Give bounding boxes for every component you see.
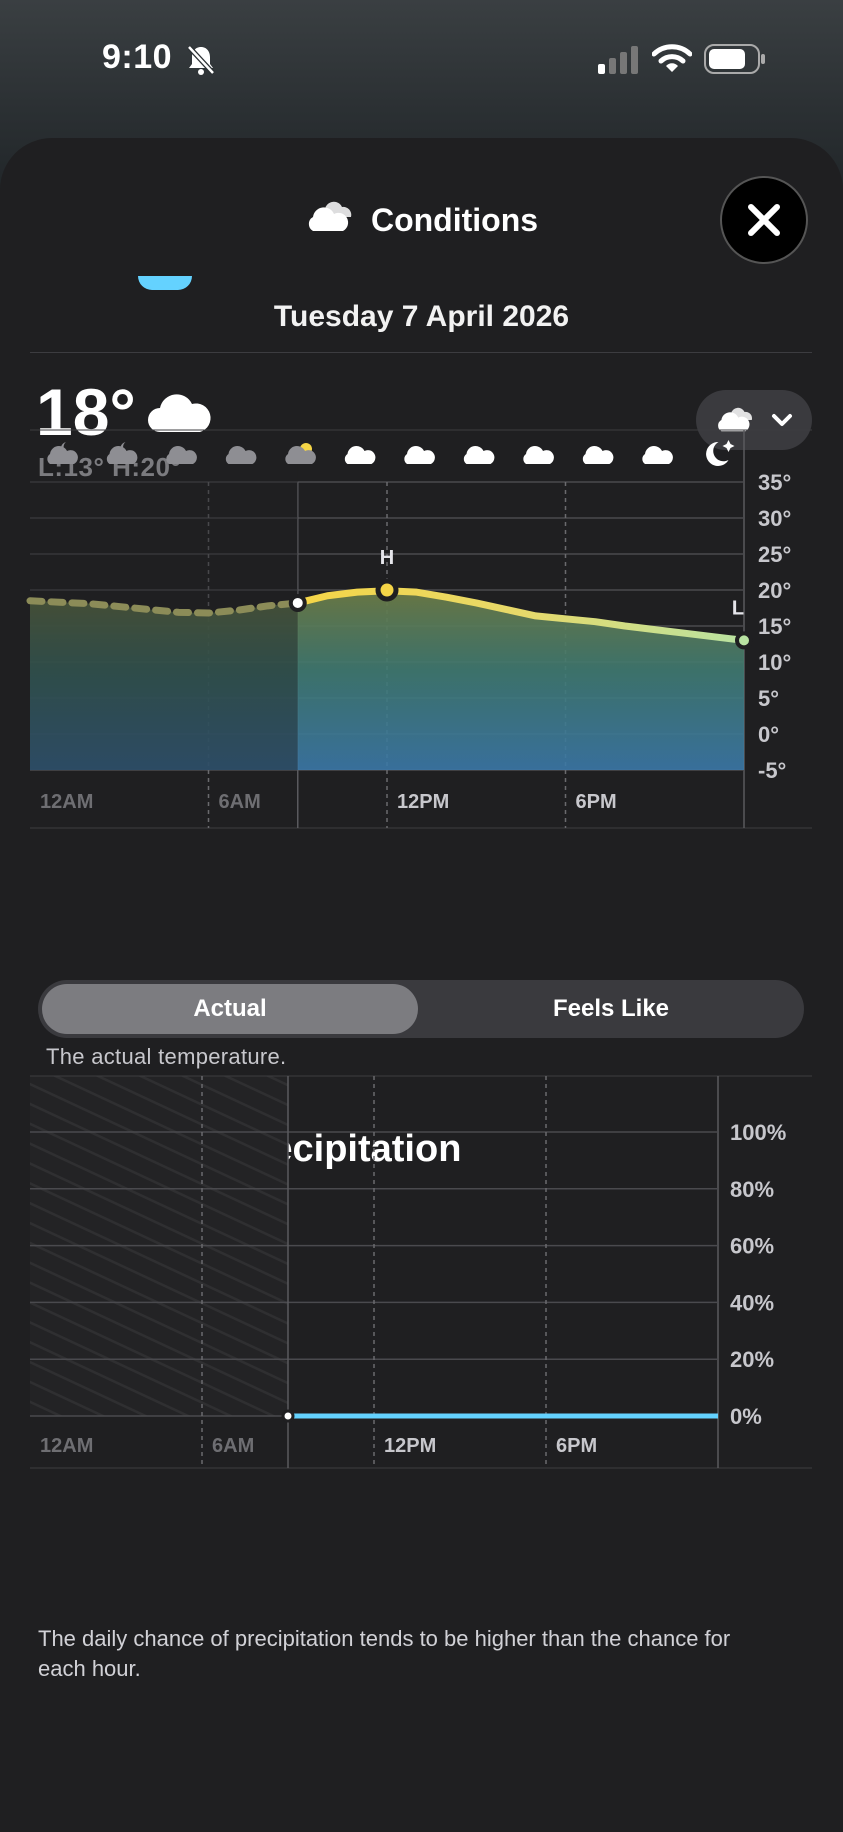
actual-feels-like-toggle[interactable]: Actual Feels Like — [38, 980, 804, 1038]
cloud-shape — [463, 446, 495, 464]
cloud-shape — [404, 446, 435, 464]
y-tick-label: 20° — [758, 578, 791, 603]
precip-y-label: 20% — [730, 1347, 774, 1372]
actual-option[interactable]: Actual — [42, 984, 418, 1034]
cloud-shape — [582, 446, 614, 464]
y-tick-label: 10° — [758, 650, 791, 675]
precip-x-label: 12PM — [384, 1435, 436, 1457]
past-hatch — [30, 1076, 288, 1416]
status-time: 9:10 — [102, 38, 173, 76]
y-tick-label: 15° — [758, 614, 791, 639]
cloud-shape — [523, 446, 554, 464]
now-marker — [288, 593, 307, 612]
cloud-icon — [582, 446, 614, 464]
precip-y-label: 40% — [730, 1290, 774, 1315]
cloud-shape — [642, 446, 673, 464]
x-tick-label: 6AM — [219, 791, 261, 813]
cloud-icon — [463, 446, 495, 464]
x-tick-label: 12AM — [40, 791, 93, 813]
precip-y-label: 100% — [730, 1120, 786, 1145]
wifi-icon — [651, 44, 693, 79]
moon-icon — [706, 440, 735, 466]
conditions-sheet: Conditions Tuesday 7 April 2026 18° L:13… — [0, 138, 843, 1832]
cloud-icon — [642, 446, 673, 464]
high-marker — [375, 578, 399, 602]
low-marker — [735, 631, 753, 650]
precip-y-label: 0% — [730, 1404, 762, 1429]
cloud-icon — [344, 446, 376, 464]
precip-x-label: 12AM — [40, 1435, 93, 1457]
y-tick-label: 25° — [758, 542, 791, 567]
cloud-icon — [523, 446, 554, 464]
precip-y-label: 60% — [730, 1234, 774, 1259]
x-tick-label: 12PM — [397, 791, 449, 813]
precip-x-label: 6AM — [212, 1435, 254, 1457]
y-tick-label: 0° — [758, 722, 779, 747]
toggle-caption: The actual temperature. — [46, 1044, 287, 1069]
precipitation-subtitle: Today’s chance: 0% — [37, 1172, 268, 1202]
precip-x-label: 6PM — [556, 1435, 597, 1457]
y-tick-label: 5° — [758, 686, 779, 711]
cellular-signal-icon — [598, 46, 640, 79]
low-label: L — [732, 597, 744, 619]
y-tick-label: -5° — [758, 758, 786, 783]
precipitation-footnote: The daily chance of precipitation tends … — [38, 1626, 731, 1681]
status-bar: 9:10 — [0, 0, 843, 120]
precipitation-title: Chance of Precipitation — [37, 1128, 462, 1170]
feels-like-option[interactable]: Feels Like — [422, 984, 800, 1034]
cloud-shape — [344, 446, 376, 464]
temperature-chart[interactable]: 35° 30° 25° 20° 15° 10° 5° 0° -5° 12AM 6AM 12PM 6PM H… — [0, 138, 843, 838]
cloud-icon — [404, 446, 435, 464]
precip-y-label: 80% — [730, 1177, 774, 1202]
x-tick-label: 6PM — [576, 791, 617, 813]
high-label: H — [380, 547, 394, 569]
bell-muted-icon — [186, 44, 216, 81]
y-tick-label: 35° — [758, 470, 791, 495]
star-shape — [722, 440, 735, 452]
battery-icon — [704, 44, 766, 79]
y-tick-label: 30° — [758, 506, 791, 531]
precip-now-marker — [281, 1409, 295, 1423]
